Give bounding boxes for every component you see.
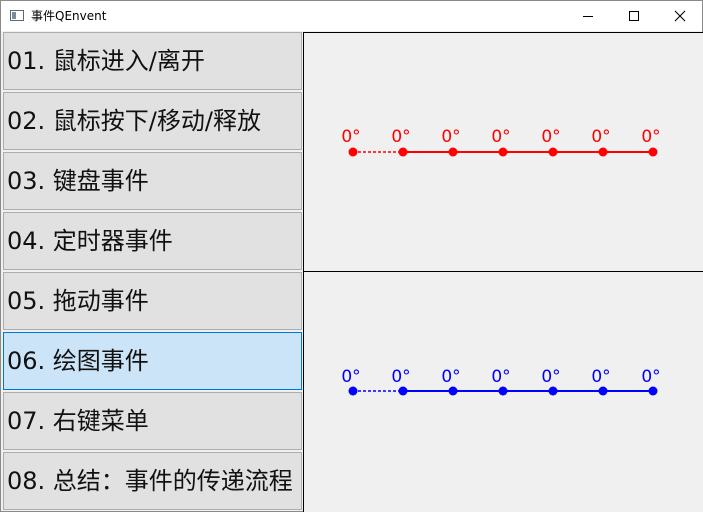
joint-node[interactable] <box>598 147 608 157</box>
joint-node[interactable] <box>398 386 408 396</box>
minimize-icon <box>583 16 593 17</box>
nav-button-timer-event[interactable]: 04. 定时器事件 <box>3 212 302 270</box>
nav-button-context-menu[interactable]: 07. 右键菜单 <box>3 392 302 450</box>
joint-node[interactable] <box>448 147 458 157</box>
joint-node[interactable] <box>548 386 558 396</box>
joint-angle-label: 0° <box>341 127 360 147</box>
maximize-icon <box>629 11 639 21</box>
joint-node[interactable] <box>648 147 658 157</box>
nav-button-keyboard-event[interactable]: 03. 键盘事件 <box>3 152 302 210</box>
joint-angle-label: 0° <box>491 127 510 147</box>
nav-button-drag-event[interactable]: 05. 拖动事件 <box>3 272 302 330</box>
joint-node[interactable] <box>498 147 508 157</box>
joint-angle-label: 0° <box>641 127 660 147</box>
minimize-button[interactable] <box>565 1 611 31</box>
joint-angle-label: 0° <box>591 367 610 387</box>
joint-node[interactable] <box>548 147 558 157</box>
nav-button-summary-event-propagation[interactable]: 08. 总结：事件的传递流程 <box>3 452 302 510</box>
joint-angle-label: 0° <box>341 367 360 387</box>
joint-node[interactable] <box>598 386 608 396</box>
close-icon <box>674 10 686 22</box>
nav-sidebar: 01. 鼠标进入/离开 02. 鼠标按下/移动/释放 03. 键盘事件 04. … <box>2 32 303 512</box>
nav-button-mouse-press-move-release[interactable]: 02. 鼠标按下/移动/释放 <box>3 92 302 150</box>
paint-panel-top[interactable]: 0° 0° 0° 0° 0° 0° 0° <box>303 32 703 272</box>
joint-angle-label: 0° <box>541 367 560 387</box>
joint-node[interactable] <box>348 386 358 396</box>
joint-angle-label: 0° <box>591 127 610 147</box>
joint-angle-label: 0° <box>541 127 560 147</box>
nav-button-paint-event[interactable]: 06. 绘图事件 <box>3 332 302 390</box>
nav-button-mouse-enter-leave[interactable]: 01. 鼠标进入/离开 <box>3 32 302 90</box>
joint-angle-label: 0° <box>441 127 460 147</box>
window-title: 事件QEnvent <box>31 9 107 23</box>
paint-panel-bottom[interactable]: 0° 0° 0° 0° 0° 0° 0° <box>303 271 703 512</box>
maximize-button[interactable] <box>611 1 657 31</box>
joint-chain-top[interactable]: 0° 0° 0° 0° 0° 0° 0° <box>304 33 703 273</box>
close-button[interactable] <box>657 1 703 31</box>
joint-node[interactable] <box>648 386 658 396</box>
app-icon <box>10 10 24 21</box>
joint-angle-label: 0° <box>391 367 410 387</box>
joint-node[interactable] <box>398 147 408 157</box>
joint-angle-label: 0° <box>441 367 460 387</box>
joint-chain-bottom[interactable]: 0° 0° 0° 0° 0° 0° 0° <box>304 272 703 512</box>
joint-node[interactable] <box>498 386 508 396</box>
joint-angle-label: 0° <box>491 367 510 387</box>
app-window: 事件QEnvent 01. 鼠标进入/离开 02. 鼠标按下/移动/释放 03.… <box>0 0 703 512</box>
title-bar[interactable]: 事件QEnvent <box>1 1 702 31</box>
joint-node[interactable] <box>448 386 458 396</box>
joint-node[interactable] <box>348 147 358 157</box>
joint-angle-label: 0° <box>641 367 660 387</box>
joint-angle-label: 0° <box>391 127 410 147</box>
